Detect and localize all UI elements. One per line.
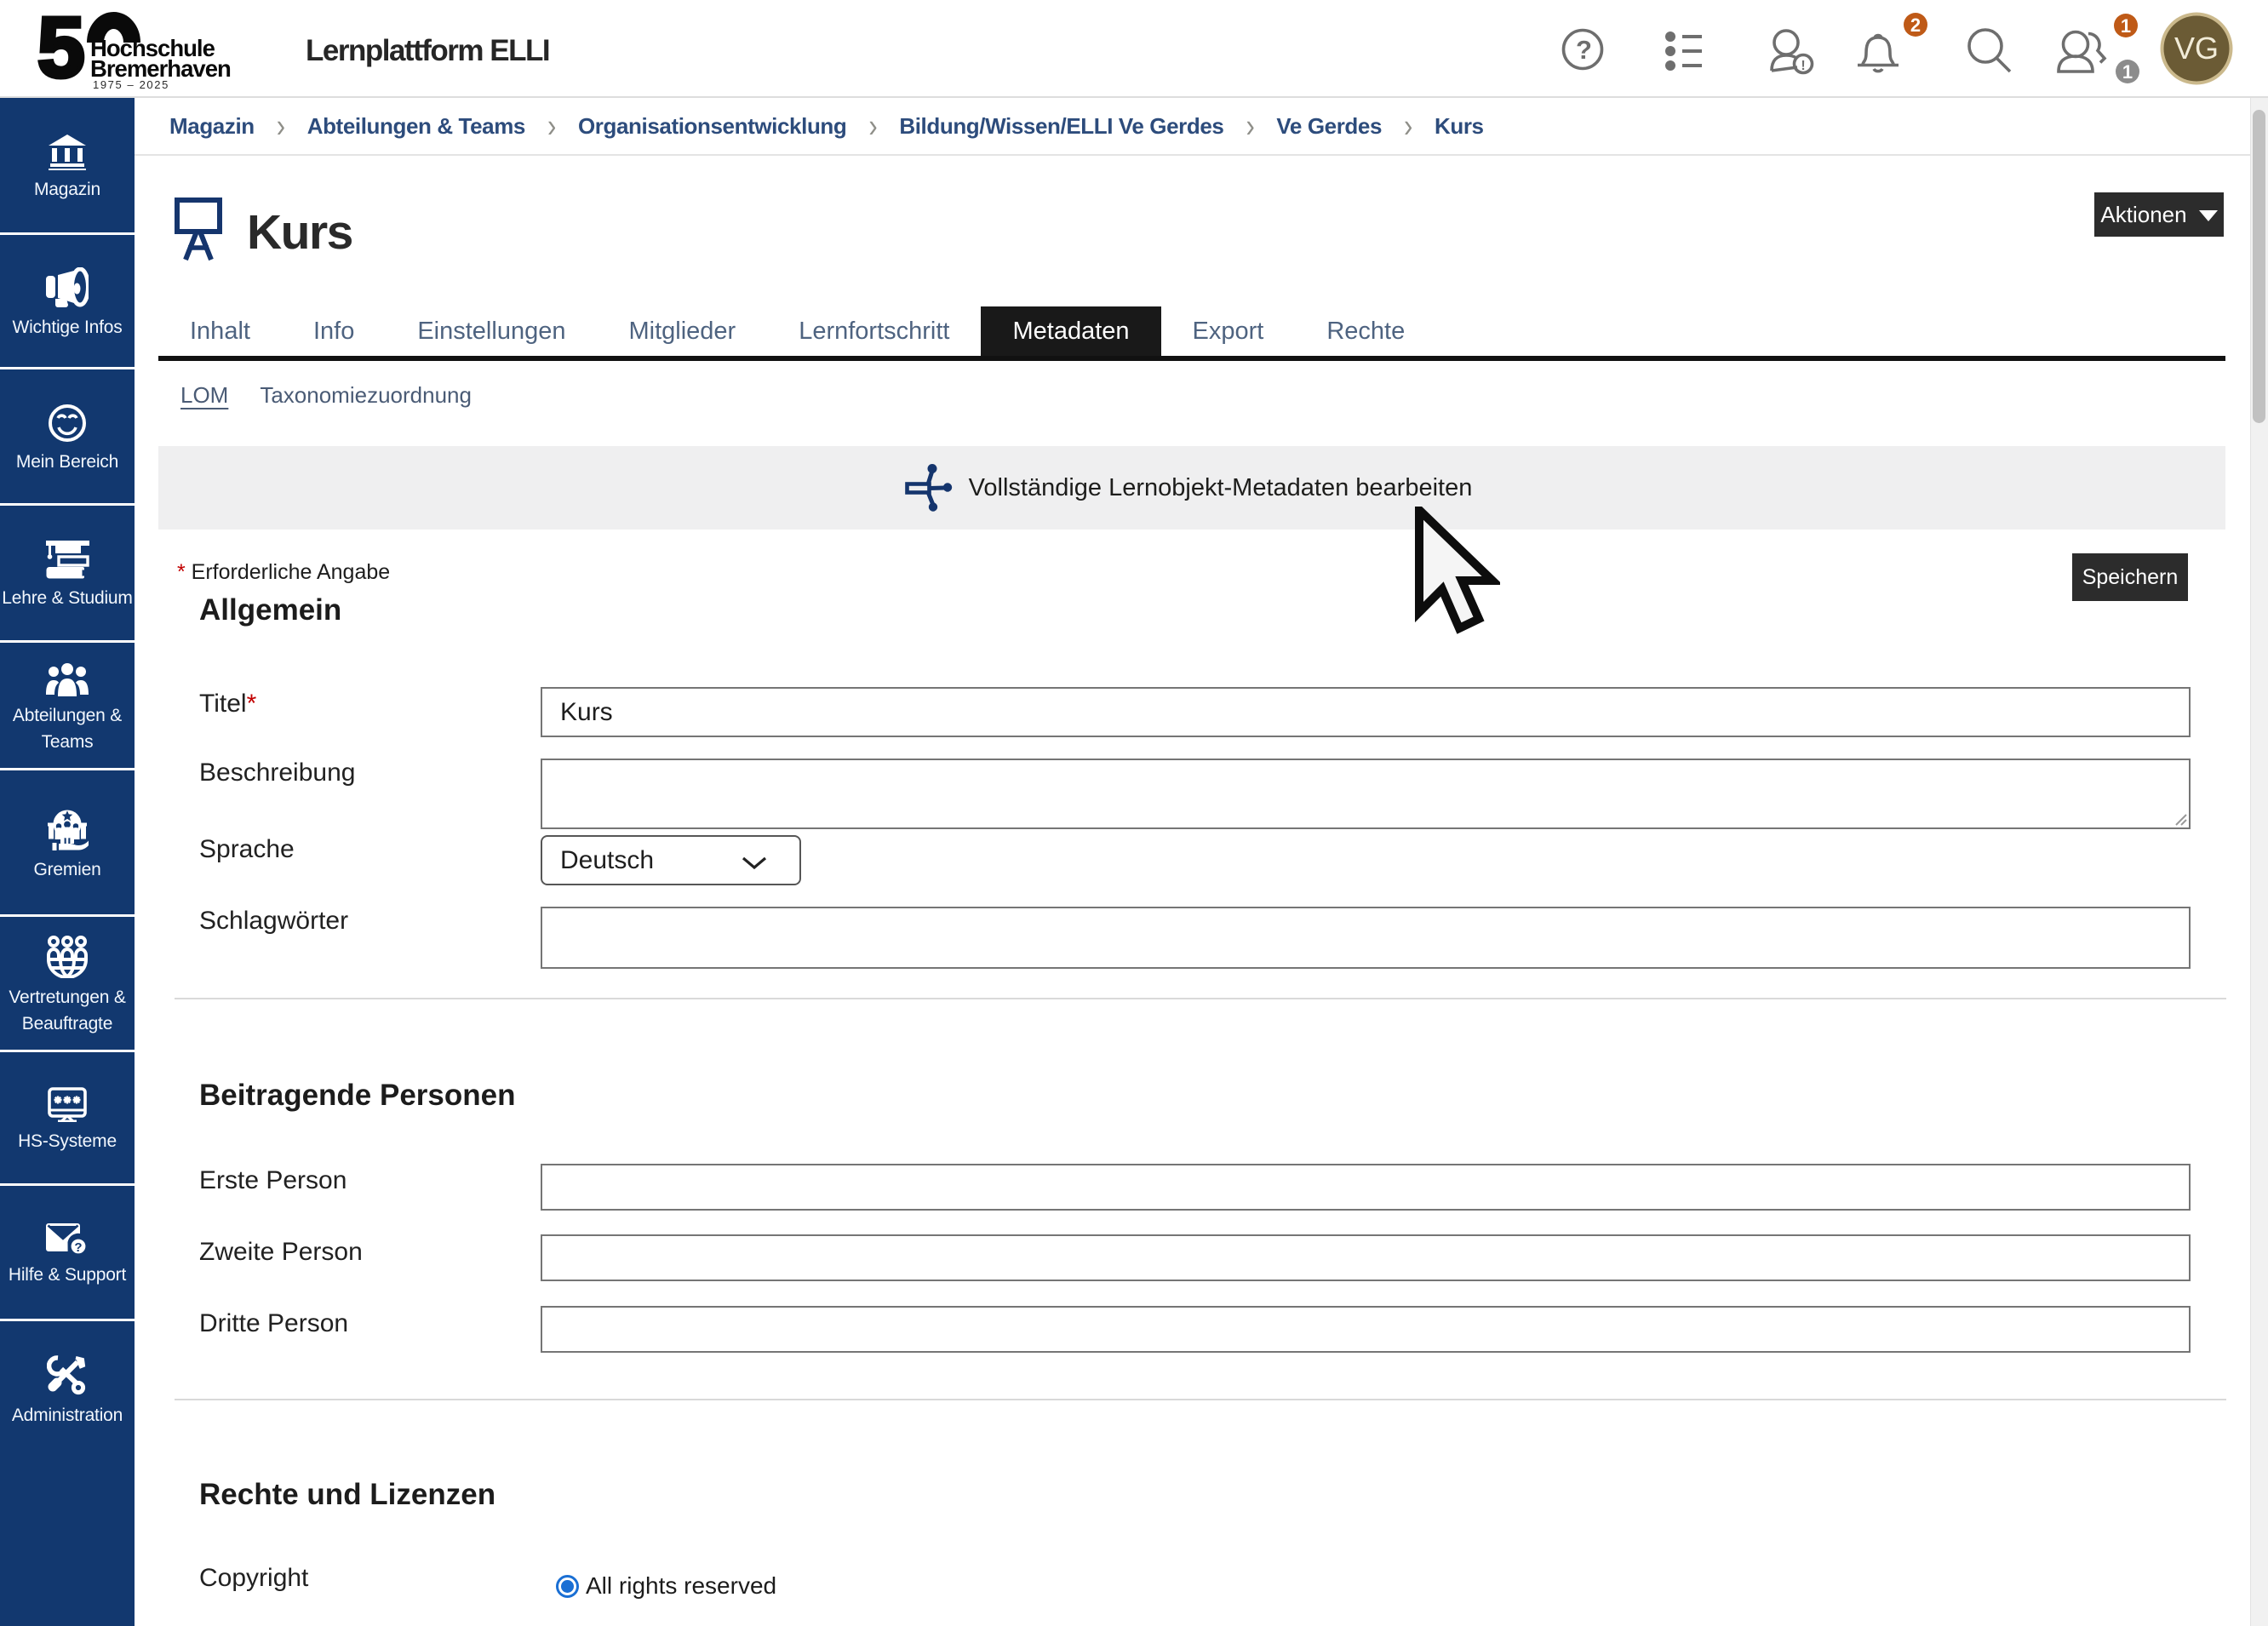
svg-text:?: ?: [74, 1240, 82, 1255]
svg-text:VG: VG: [2174, 31, 2219, 66]
svg-text:1: 1: [2121, 15, 2131, 37]
svg-text:1975 – 2025: 1975 – 2025: [93, 78, 169, 91]
svg-text:?: ?: [1576, 35, 1592, 65]
svg-text:2: 2: [1910, 14, 1921, 36]
svg-text:1: 1: [2122, 61, 2133, 83]
svg-text:!: !: [1801, 59, 1805, 73]
svg-text:5: 5: [37, 10, 83, 95]
